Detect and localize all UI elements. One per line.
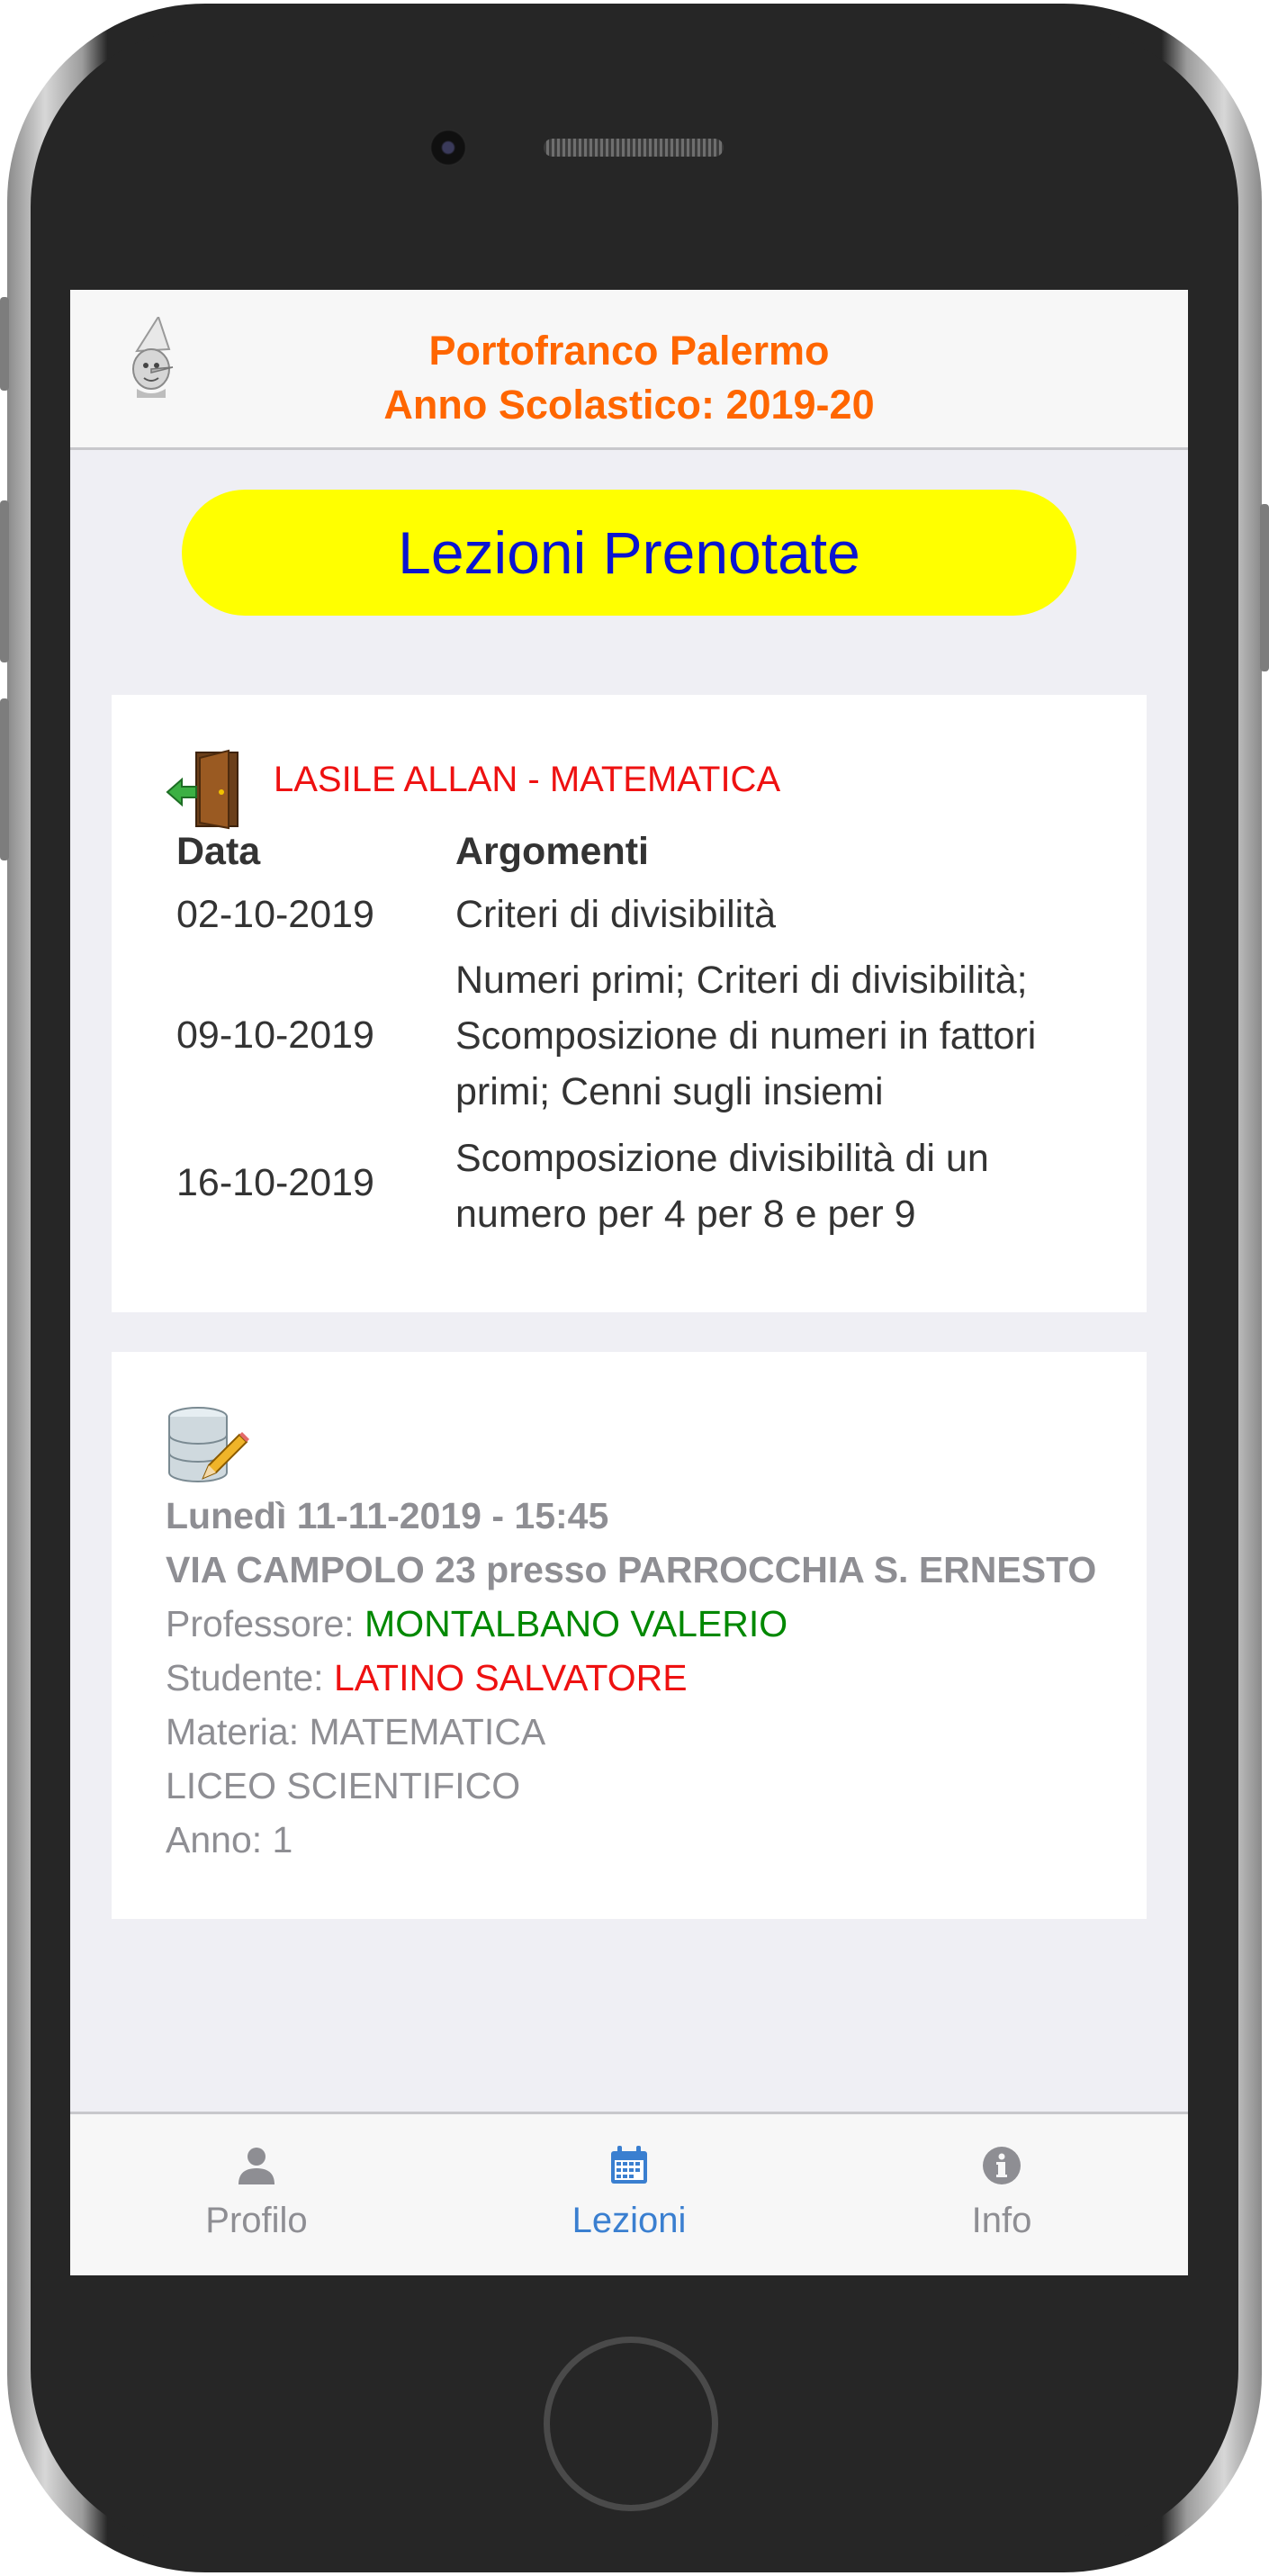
course-title: LASILE ALLAN - MATEMATICA [274,760,781,799]
app-screen: Portofranco Palermo Anno Scolastico: 201… [70,290,1188,2275]
volume-up-button [0,500,9,662]
volume-down-button [0,698,9,860]
lesson-date: 16-10-2019 [176,1161,374,1204]
header-title: Portofranco Palermo [428,328,830,374]
mute-switch [0,297,9,391]
student-name: LATINO SALVATORE [333,1657,688,1698]
booking-professor: Professore: MONTALBANO VALERIO [166,1597,788,1651]
tab-info[interactable]: Info [815,2114,1188,2275]
header-subtitle: Anno Scolastico: 2019-20 [383,382,875,428]
lesson-card[interactable]: LASILE ALLAN - MATEMATICA Data Argomenti… [112,695,1147,1312]
tab-bar: Profilo Lezioni Info [70,2112,1188,2275]
tab-lezioni[interactable]: Lezioni [443,2114,815,2275]
professor-label: Professore: [166,1603,365,1644]
professor-name: MONTALBANO VALERIO [364,1603,788,1644]
student-label: Studente: [166,1657,334,1698]
tab-label: Info [971,2201,1032,2240]
tab-label: Profilo [205,2201,308,2240]
lesson-date: 02-10-2019 [176,893,374,936]
lesson-date: 09-10-2019 [176,1013,374,1057]
earpiece-speaker [544,139,724,157]
power-button [1260,504,1269,671]
booking-school: LICEO SCIENTIFICO [166,1765,521,1806]
booking-datetime: Lunedì 11-11-2019 - 15:45 [166,1495,609,1536]
booking-subject: Materia: MATEMATICA [166,1711,546,1752]
column-header-date: Data [176,830,261,873]
app-header: Portofranco Palermo Anno Scolastico: 201… [70,290,1188,450]
column-header-topics: Argomenti [455,830,649,873]
booking-card[interactable]: Lunedì 11-11-2019 - 15:45 VIA CAMPOLO 23… [112,1352,1147,1919]
front-camera-icon [430,130,466,166]
lesson-topics: Numeri primi; Criteri di divisibilità; S… [455,959,1037,1113]
home-button[interactable] [544,2337,718,2511]
page-title-pill: Lezioni Prenotate [182,490,1076,616]
booking-year: Anno: 1 [166,1819,293,1860]
info-icon [983,2147,1021,2184]
lesson-topics: Scomposizione divisibilità di un numero … [455,1137,989,1236]
tab-profilo[interactable]: Profilo [70,2114,443,2275]
lesson-topics: Criteri di divisibilità [455,893,777,936]
tab-label: Lezioni [572,2201,687,2240]
booking-student: Studente: LATINO SALVATORE [166,1651,688,1705]
user-icon [238,2148,274,2184]
database-edit-icon [168,1407,249,1482]
door-exit-icon [166,749,238,830]
calendar-icon [611,2146,647,2184]
booking-location: VIA CAMPOLO 23 presso PARROCCHIA S. ERNE… [166,1549,1097,1590]
